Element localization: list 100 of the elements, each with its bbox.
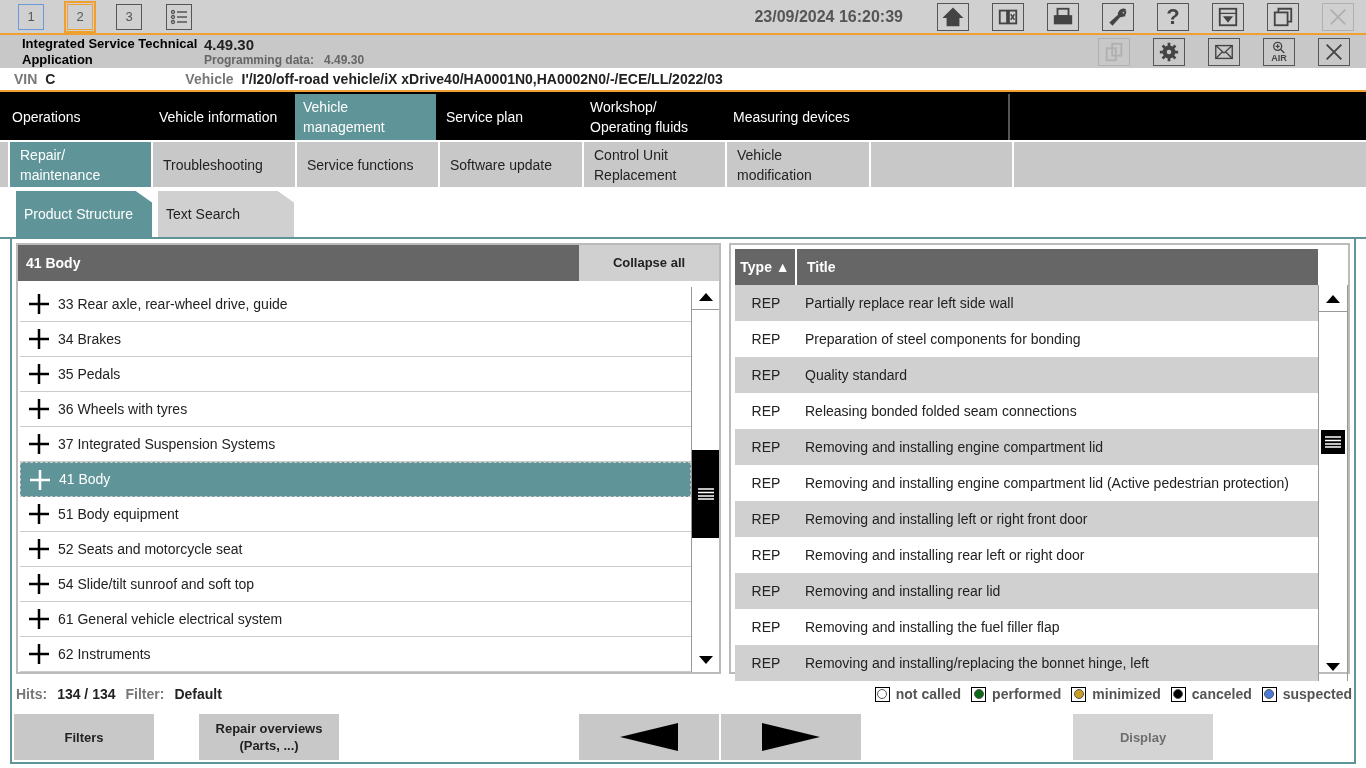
expand-icon — [28, 363, 50, 385]
title-cell[interactable]: Partially replace rear left side wall — [797, 292, 1014, 314]
vehicle-label: Vehicle — [185, 69, 234, 89]
tree-item[interactable]: 51 Body equipment — [20, 497, 691, 532]
left-arrow-icon — [620, 723, 678, 751]
legend-label: suspected — [1282, 684, 1352, 704]
home-button[interactable] — [937, 2, 969, 31]
tree-item[interactable]: 33 Rear axle, rear-wheel drive, guide — [20, 287, 691, 322]
scrollbar[interactable] — [1318, 285, 1348, 681]
split-button[interactable] — [992, 2, 1024, 31]
tree-title: 41 Body — [25, 253, 82, 273]
windows-icon — [1272, 5, 1294, 28]
windows-button[interactable] — [1267, 2, 1299, 31]
session-tab[interactable]: 3 — [116, 3, 142, 30]
mail-button[interactable] — [1208, 37, 1240, 66]
column-header[interactable]: Title — [797, 249, 1318, 285]
download-icon — [1217, 5, 1239, 28]
close-button[interactable] — [1318, 37, 1350, 66]
type-cell-text: REP — [750, 365, 782, 385]
tree-item[interactable]: 61 General vehicle electrical system — [20, 602, 691, 637]
expand-icon — [29, 468, 51, 491]
programming-data-label: Programming data: — [204, 54, 314, 66]
expand-icon — [28, 398, 50, 420]
air-button[interactable]: AIR — [1263, 37, 1295, 66]
title-cell[interactable]: Preparation of steel components for bonding — [797, 328, 1081, 350]
scroll-down-icon — [698, 656, 713, 664]
legend-label: performed — [992, 684, 1062, 704]
title-cell[interactable]: Removing and installing/replacing the bonnet hinge, left — [797, 652, 1149, 674]
expand-icon — [28, 293, 50, 315]
sub-nav-tab[interactable]: Vehicle modification — [727, 142, 869, 187]
expand-icon — [28, 538, 50, 560]
title-cell[interactable]: Removing and installing engine compartment lid — [797, 436, 1104, 458]
tree-item[interactable]: 36 Wheels with tyres — [20, 392, 691, 427]
scrollbar[interactable] — [691, 287, 719, 672]
tree-item[interactable]: 52 Seats and motorcycle seat — [20, 532, 691, 567]
type-cell-text: REP — [750, 653, 782, 673]
title-cell[interactable]: Releasing bonded folded seam connections — [797, 400, 1077, 422]
type-cell-text: REP — [750, 509, 782, 529]
printer-button[interactable] — [1047, 2, 1079, 31]
sub-nav-tab[interactable]: Software update — [440, 142, 582, 187]
legend-label: not called — [895, 684, 962, 704]
date-time: 23/09/2024 16:20:39 — [754, 6, 903, 27]
vehicle-value: I'/I20/off-road vehicle/iX xDrive40/HA0001N0,HA0002N0/-/ECE/LL/2022/03 — [241, 69, 723, 89]
title-cell[interactable]: Removing and installing left or right front door — [797, 508, 1088, 530]
sub-nav-tab[interactable]: Troubleshooting — [153, 142, 295, 187]
scroll-thumb[interactable] — [692, 450, 719, 538]
tree-item[interactable]: 54 Slide/tilt sunroof and soft top — [20, 567, 691, 602]
type-cell-text: REP — [750, 581, 782, 601]
type-cell-text: REP — [750, 617, 782, 637]
tree-item[interactable]: 62 Instruments — [20, 637, 691, 672]
type-cell-text: REP — [750, 473, 782, 493]
action-button[interactable]: Repair overviews (Parts, ...) — [199, 714, 339, 760]
collapse-all-button[interactable]: Collapse all — [579, 245, 719, 281]
version-number: 4.49.30 — [204, 37, 256, 52]
title-cell[interactable]: Removing and installing rear lid — [797, 580, 1001, 602]
scroll-down-icon — [1326, 663, 1340, 671]
legend-label: minimized — [1092, 684, 1161, 704]
vin-label: VIN — [14, 69, 38, 89]
title-cell[interactable]: Removing and installing engine compartment lid (Active pedestrian protection) — [797, 472, 1290, 494]
type-cell-text: REP — [750, 293, 782, 313]
sub-nav-tab[interactable]: Control Unit Replacement — [584, 142, 725, 187]
list-icon — [169, 7, 189, 26]
help-button[interactable]: ? — [1157, 2, 1189, 31]
scroll-up-icon — [1326, 295, 1340, 303]
expand-icon — [28, 643, 50, 665]
hits-count: 134 / 134 — [57, 684, 116, 704]
view-tab[interactable]: Text Search — [158, 191, 294, 237]
filter-value: Default — [174, 684, 222, 704]
sub-nav-tab[interactable]: Service functions — [297, 142, 438, 187]
action-button[interactable]: Filters — [14, 714, 154, 760]
nav-edge — [0, 142, 8, 187]
hits-label: Hits: — [16, 684, 48, 704]
back-button[interactable] — [579, 714, 719, 760]
session-tab[interactable]: 1 — [18, 3, 44, 30]
programming-data-version: 4.49.30 — [324, 54, 365, 66]
title-cell[interactable]: Removing and installing the fuel filler flap — [797, 616, 1060, 638]
expand-icon — [28, 328, 50, 350]
type-cell-text: REP — [750, 437, 782, 457]
type-cell-text: REP — [750, 545, 782, 565]
help-icon: ? — [1166, 5, 1180, 28]
session-tab[interactable]: 2 — [67, 3, 93, 30]
tree-item[interactable]: 35 Pedals — [20, 357, 691, 392]
home-icon — [942, 5, 964, 28]
download-button[interactable] — [1212, 2, 1244, 31]
vin-value: C — [45, 69, 57, 89]
scroll-thumb[interactable] — [1321, 430, 1345, 454]
gear-button[interactable] — [1153, 37, 1185, 66]
expand-icon — [28, 503, 50, 525]
app-name: Integrated Service Technical Application — [22, 35, 199, 68]
documents-icon — [1103, 40, 1125, 63]
list-button[interactable] — [166, 3, 192, 30]
tree-item[interactable]: 34 Brakes — [20, 322, 691, 357]
filter-label: Filter: — [125, 684, 165, 704]
expand-icon — [28, 573, 50, 595]
title-cell[interactable]: Quality standard — [797, 364, 907, 386]
wrench-button[interactable] — [1102, 2, 1134, 31]
expand-icon — [28, 608, 50, 630]
title-cell[interactable]: Removing and installing rear left or right door — [797, 544, 1085, 566]
forward-button[interactable] — [721, 714, 861, 760]
legend-label: canceled — [1191, 684, 1252, 704]
